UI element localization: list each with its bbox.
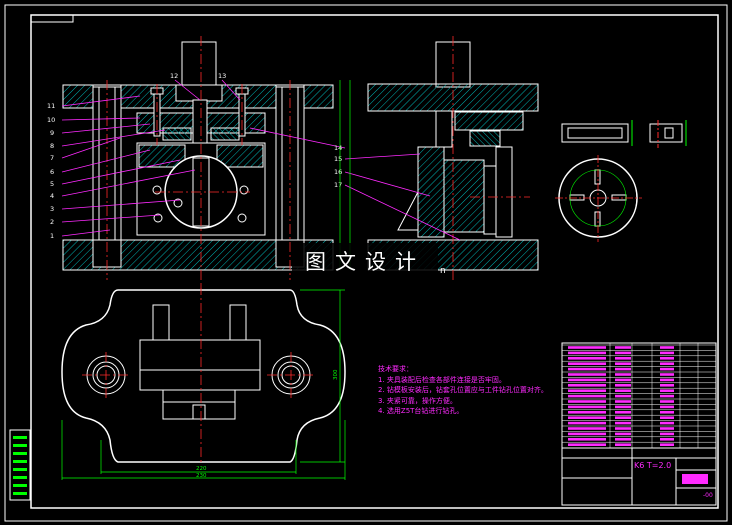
watermark-suffix: n bbox=[440, 266, 446, 276]
detail-views bbox=[555, 120, 687, 242]
balloon-11: 11 bbox=[47, 102, 55, 110]
balloon-12: 12 bbox=[170, 72, 178, 80]
balloon-9: 9 bbox=[50, 129, 54, 137]
balloon-15: 15 bbox=[334, 155, 342, 163]
balloon-1: 1 bbox=[50, 232, 54, 240]
dim-300: 300 bbox=[333, 369, 339, 380]
balloon-8: 8 bbox=[50, 142, 54, 150]
technical-requirements: 技术要求： 1. 夹具装配后检查各部件连接是否牢固。 2. 钻模板安装后，钻套孔… bbox=[378, 364, 548, 417]
dim-220: 220 bbox=[196, 466, 207, 472]
balloon-2: 2 bbox=[50, 218, 54, 226]
balloon-10: 10 bbox=[47, 116, 55, 124]
tech-req-item: 2. 钻模板安装后，钻套孔位置应与工件钻孔位置对齐。 bbox=[378, 386, 548, 394]
tech-req-item: 3. 夹紧可靠，操作方便。 bbox=[378, 396, 457, 405]
tech-req-heading: 技术要求： bbox=[378, 365, 413, 373]
tech-req-item: 1. 夹具装配后检查各部件连接是否牢固。 bbox=[378, 375, 506, 384]
watermark: 图文设计 bbox=[292, 243, 438, 281]
balloon-16: 16 bbox=[334, 168, 342, 176]
balloon-14: 14 bbox=[334, 144, 342, 152]
dim-230: 230 bbox=[196, 473, 207, 479]
balloon-17: 17 bbox=[334, 181, 342, 189]
balloon-3: 3 bbox=[50, 205, 54, 213]
balloon-13: 13 bbox=[218, 72, 226, 80]
balloon-7: 7 bbox=[50, 154, 54, 162]
title-block-text: K6 T=2.0 bbox=[634, 461, 672, 470]
tech-req-item: 4. 选用Z5T台钻进行钻孔。 bbox=[378, 407, 464, 415]
balloon-4: 4 bbox=[50, 192, 54, 200]
title-block bbox=[561, 342, 717, 506]
balloon-5: 5 bbox=[50, 180, 54, 188]
drawing-number: -00 bbox=[703, 492, 713, 499]
balloon-6: 6 bbox=[50, 168, 54, 176]
margin-stamp bbox=[9, 429, 31, 501]
